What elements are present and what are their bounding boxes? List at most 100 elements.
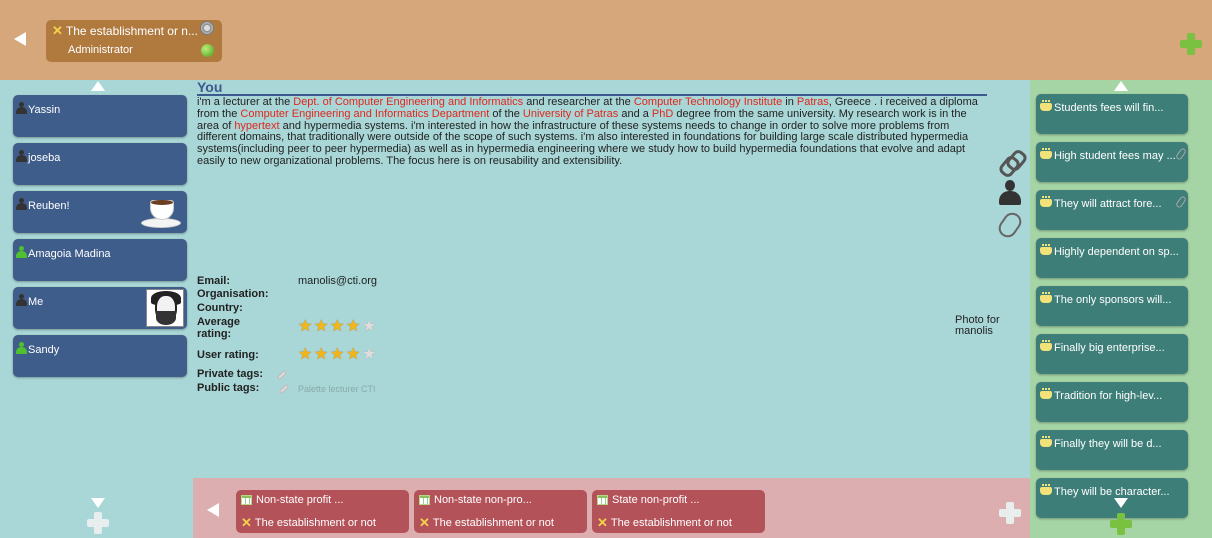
star-filled-icon [330, 316, 346, 335]
gear-icon[interactable] [200, 21, 214, 35]
discussion-cross-icon: ✕ [241, 515, 252, 530]
star-filled-icon[interactable] [330, 344, 346, 363]
scroll-up-arrow-icon[interactable] [1114, 81, 1128, 91]
link-patras[interactable]: Patras [797, 96, 829, 108]
link-dept[interactable]: Dept. of Computer Engineering and Inform… [293, 96, 523, 108]
user-name: joseba [28, 152, 61, 164]
user-name: Me [28, 296, 44, 308]
email-value: manolis@cti.org [298, 275, 378, 287]
user-rating-label: User rating: [197, 349, 259, 361]
table-icon [419, 495, 430, 505]
idea-title: Non-state profit ... [256, 494, 344, 506]
user-card[interactable]: Reuben! [13, 191, 187, 233]
top-bar: ✕ The establishment or n... Administrato… [0, 0, 1212, 80]
user-card[interactable]: Amagoia Madina [13, 239, 187, 281]
link-university[interactable]: University of Patras [523, 108, 618, 120]
argument-card[interactable]: They will be character... [1036, 478, 1188, 518]
paperclip-icon[interactable] [995, 209, 1025, 241]
user-card[interactable]: Yassin [13, 95, 187, 137]
user-card[interactable]: joseba [13, 143, 187, 185]
add-discussion-plus-icon[interactable] [1180, 33, 1202, 55]
add-argument-plus-icon[interactable] [1110, 513, 1132, 535]
argument-icon [1040, 196, 1052, 207]
user-list-panel: Yassin joseba Reuben! Amagoia Madina Me … [0, 80, 193, 538]
attachment-clip-icon[interactable] [1175, 147, 1187, 161]
argument-icon [1040, 388, 1052, 399]
scroll-down-arrow-icon[interactable] [91, 498, 105, 508]
scroll-left-arrow-icon[interactable] [207, 503, 219, 517]
argument-icon [1040, 484, 1052, 495]
discussion-title: The establishment or n... [65, 24, 198, 38]
argument-icon [1040, 100, 1052, 111]
add-user-plus-icon[interactable] [87, 512, 109, 534]
user-card-selected[interactable]: Me [13, 287, 187, 329]
attachment-clip-icon[interactable] [1175, 195, 1187, 209]
user-rating-stars[interactable] [298, 344, 378, 363]
table-icon [241, 495, 252, 505]
argument-text: Students fees will fin... [1054, 102, 1164, 114]
link-hypertext[interactable]: hypertext [234, 120, 279, 132]
user-offline-icon [16, 150, 27, 162]
argument-icon [1040, 340, 1052, 351]
user-online-icon [16, 342, 27, 354]
link-phd[interactable]: PhD [652, 108, 673, 120]
user-profile-icon[interactable] [999, 180, 1021, 206]
star-filled-icon [314, 316, 330, 335]
link-ceid[interactable]: Computer Engineering and Informatics Dep… [240, 108, 489, 120]
user-offline-icon [16, 102, 27, 114]
public-tags-value: Palette lecturer CTI [298, 384, 376, 394]
argument-card[interactable]: High student fees may ... [1036, 142, 1188, 182]
idea-discussion: The establishment or not [610, 517, 732, 529]
argument-text: Finally big enterprise... [1054, 342, 1165, 354]
star-filled-icon[interactable] [298, 344, 314, 363]
star-filled-icon [346, 316, 362, 335]
user-name: Amagoia Madina [28, 248, 111, 260]
argument-icon [1040, 244, 1052, 255]
avatar [146, 289, 184, 327]
scroll-up-arrow-icon[interactable] [91, 81, 105, 91]
scroll-left-arrow-icon[interactable] [14, 32, 26, 46]
profile-panel: You i'm a lecturer at the Dept. of Compu… [193, 80, 1030, 478]
idea-card[interactable]: Non-state non-pro... ✕ The establishment … [414, 490, 587, 533]
user-role: Administrator [68, 44, 133, 56]
user-online-icon [16, 246, 27, 258]
photo-placeholder-text: Photo for manolis [955, 314, 1000, 337]
user-offline-icon [16, 198, 27, 210]
idea-card[interactable]: State non-profit ... ✕ The establishment … [592, 490, 765, 533]
user-card[interactable]: Sandy [13, 335, 187, 377]
user-name: Reuben! [28, 200, 70, 212]
argument-card[interactable]: They will attract fore... [1036, 190, 1188, 230]
edit-private-tags-pencil-icon[interactable] [277, 370, 287, 380]
argument-card[interactable]: Finally big enterprise... [1036, 334, 1188, 374]
star-empty-icon [362, 316, 378, 335]
argument-card[interactable]: The only sponsors will... [1036, 286, 1188, 326]
table-icon [597, 495, 608, 505]
argument-card[interactable]: Students fees will fin... [1036, 94, 1188, 134]
scroll-down-arrow-icon[interactable] [1114, 498, 1128, 508]
idea-card[interactable]: Non-state profit ... ✕ The establishment … [236, 490, 409, 533]
star-filled-icon[interactable] [346, 344, 362, 363]
user-name: Sandy [28, 344, 60, 356]
argument-card[interactable]: Finally they will be d... [1036, 430, 1188, 470]
star-filled-icon[interactable] [314, 344, 330, 363]
argument-card[interactable]: Tradition for high-lev... [1036, 382, 1188, 422]
argument-card[interactable]: Highly dependent on sp... [1036, 238, 1188, 278]
edit-public-tags-pencil-icon[interactable] [279, 384, 289, 394]
page-title: You [197, 80, 987, 96]
add-idea-plus-icon[interactable] [999, 502, 1021, 524]
star-filled-icon [298, 316, 314, 335]
idea-title: Non-state non-pro... [434, 494, 532, 506]
discussion-card[interactable]: ✕ The establishment or n... Administrato… [46, 20, 222, 62]
link-chain-icon[interactable] [999, 150, 1021, 172]
argument-text: The only sponsors will... [1054, 294, 1172, 306]
public-tags-label: Public tags: [197, 382, 260, 394]
idea-discussion: The establishment or not [254, 517, 376, 529]
coffee-cup-avatar [141, 194, 181, 230]
star-empty-icon[interactable] [362, 344, 378, 363]
profile-bio: i'm a lecturer at the Dept. of Computer … [197, 96, 978, 167]
argument-icon [1040, 436, 1052, 447]
discussion-cross-icon: ✕ [597, 515, 608, 530]
argument-text: They will attract fore... [1054, 198, 1162, 210]
discussion-cross-icon: ✕ [419, 515, 430, 530]
link-cti[interactable]: Computer Technology Institute [634, 96, 782, 108]
